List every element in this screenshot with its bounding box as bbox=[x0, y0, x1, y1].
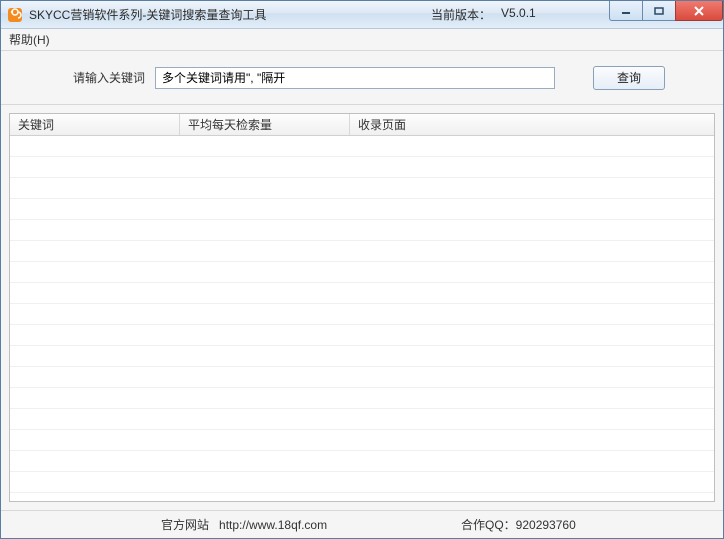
window-title: SKYCC营销软件系列-关键词搜索量查询工具 bbox=[29, 6, 266, 23]
app-window: SKYCC营销软件系列-关键词搜索量查询工具 当前版本： V5.0.1 帮助(H… bbox=[0, 0, 724, 539]
website-label: 官方网站 bbox=[161, 518, 209, 532]
close-button[interactable] bbox=[675, 1, 723, 21]
version-label: 当前版本： bbox=[431, 6, 491, 23]
menu-help[interactable]: 帮助(H) bbox=[9, 31, 50, 48]
version-info: 当前版本： V5.0.1 bbox=[431, 6, 536, 23]
column-indexed-pages[interactable]: 收录页面 bbox=[350, 114, 714, 135]
table-body bbox=[10, 136, 714, 501]
results-table: 关键词 平均每天检索量 收录页面 bbox=[9, 113, 715, 502]
column-daily-searches[interactable]: 平均每天检索量 bbox=[180, 114, 350, 135]
statusbar: 官方网站 http://www.18qf.com 合作QQ：920293760 bbox=[1, 510, 723, 538]
version-value: V5.0.1 bbox=[501, 6, 536, 23]
table-header: 关键词 平均每天检索量 收录页面 bbox=[10, 114, 714, 136]
maximize-button[interactable] bbox=[642, 1, 676, 21]
keyword-prompt-label: 请输入关键词 bbox=[73, 69, 145, 86]
official-website: 官方网站 http://www.18qf.com bbox=[161, 516, 327, 533]
content-area: 关键词 平均每天检索量 收录页面 bbox=[1, 105, 723, 510]
menubar: 帮助(H) bbox=[1, 29, 723, 51]
minimize-button[interactable] bbox=[609, 1, 643, 21]
qq-value: 920293760 bbox=[516, 518, 576, 532]
qq-label: 合作QQ： bbox=[461, 518, 516, 532]
window-controls bbox=[610, 1, 723, 21]
search-toolbar: 请输入关键词 查询 bbox=[1, 51, 723, 105]
keyword-input[interactable] bbox=[155, 67, 555, 89]
query-button[interactable]: 查询 bbox=[593, 66, 665, 90]
column-keyword[interactable]: 关键词 bbox=[10, 114, 180, 135]
app-icon bbox=[7, 7, 23, 23]
website-url[interactable]: http://www.18qf.com bbox=[219, 518, 327, 532]
contact-qq: 合作QQ：920293760 bbox=[461, 516, 576, 533]
titlebar: SKYCC营销软件系列-关键词搜索量查询工具 当前版本： V5.0.1 bbox=[1, 1, 723, 29]
